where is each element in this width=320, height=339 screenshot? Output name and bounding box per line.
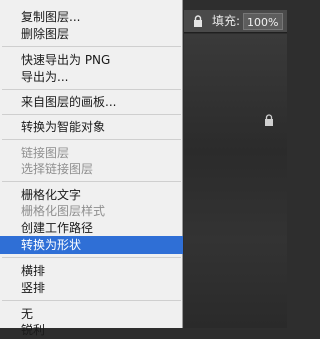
menu-item-vertical[interactable]: 竖排 xyxy=(0,279,183,297)
layer-context-menu: 复制图层... 删除图层 快速导出为 PNG 导出为... 来自图层的画板...… xyxy=(0,0,183,337)
layer-lock-icon xyxy=(265,114,273,126)
menu-separator xyxy=(2,114,181,115)
menu-separator xyxy=(2,46,181,47)
menu-separator xyxy=(2,300,181,301)
layers-list-area xyxy=(184,34,287,328)
menu-separator xyxy=(2,139,181,140)
menu-item-antialias-sharp[interactable]: 锐利 xyxy=(0,321,183,339)
lock-icon[interactable] xyxy=(192,15,204,27)
menu-item-select-linked-layers: 选择链接图层 xyxy=(21,162,94,176)
fill-opacity-input[interactable]: 100% xyxy=(243,13,283,30)
menu-item-artboard-from-layers[interactable]: 来自图层的画板... xyxy=(0,93,183,111)
fill-label: 填充: xyxy=(212,14,241,28)
menu-item-create-work-path[interactable]: 创建工作路径 xyxy=(0,219,183,237)
menu-separator xyxy=(2,89,181,90)
menu-item-rasterize-layer-style: 栅格化图层样式 xyxy=(21,204,106,218)
menu-separator xyxy=(2,257,181,258)
menu-item-duplicate-layer[interactable]: 复制图层... xyxy=(0,8,183,26)
menu-item-quick-export-png[interactable]: 快速导出为 PNG xyxy=(0,51,183,69)
menu-separator xyxy=(2,181,181,182)
menu-item-delete-layer[interactable]: 删除图层 xyxy=(0,25,183,43)
menu-item-convert-to-shape[interactable]: 转换为形状 xyxy=(0,236,183,254)
menu-item-convert-to-smart-object[interactable]: 转换为智能对象 xyxy=(0,118,183,136)
menu-item-horizontal[interactable]: 横排 xyxy=(0,262,183,280)
menu-item-export-as[interactable]: 导出为... xyxy=(0,68,183,86)
